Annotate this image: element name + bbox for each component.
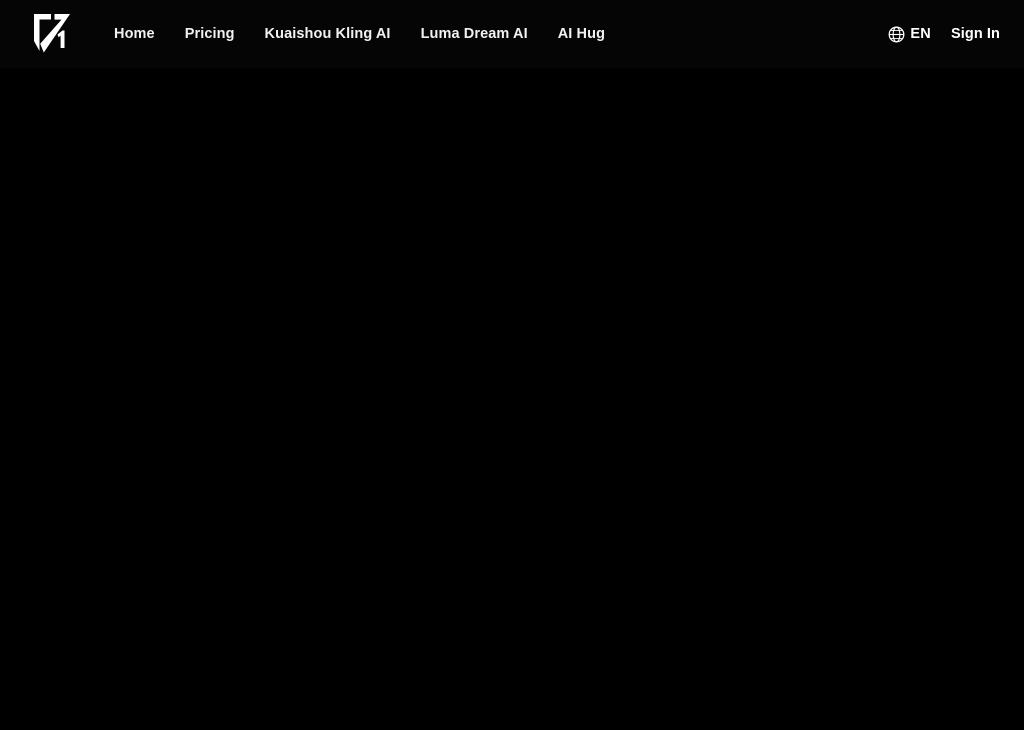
nav-link-pricing[interactable]: Pricing	[185, 0, 235, 68]
language-label: EN	[910, 26, 931, 42]
nav-link-luma-dream-ai[interactable]: Luma Dream AI	[421, 0, 528, 68]
nav-link-home[interactable]: Home	[114, 0, 155, 68]
nav-link-ai-hug[interactable]: AI Hug	[558, 0, 605, 68]
v1-logo-icon	[30, 10, 74, 56]
nav-link-kuaishou-kling-ai[interactable]: Kuaishou Kling AI	[265, 0, 391, 68]
main-nav: Home Pricing Kuaishou Kling AI Luma Drea…	[114, 0, 605, 68]
header-actions: EN Sign In	[888, 0, 1000, 68]
sign-in-link[interactable]: Sign In	[951, 26, 1000, 42]
page-body	[0, 68, 1024, 730]
globe-icon	[888, 26, 905, 43]
logo-link[interactable]	[30, 10, 74, 56]
site-header: Home Pricing Kuaishou Kling AI Luma Drea…	[0, 0, 1024, 68]
language-switcher[interactable]: EN	[888, 26, 931, 43]
